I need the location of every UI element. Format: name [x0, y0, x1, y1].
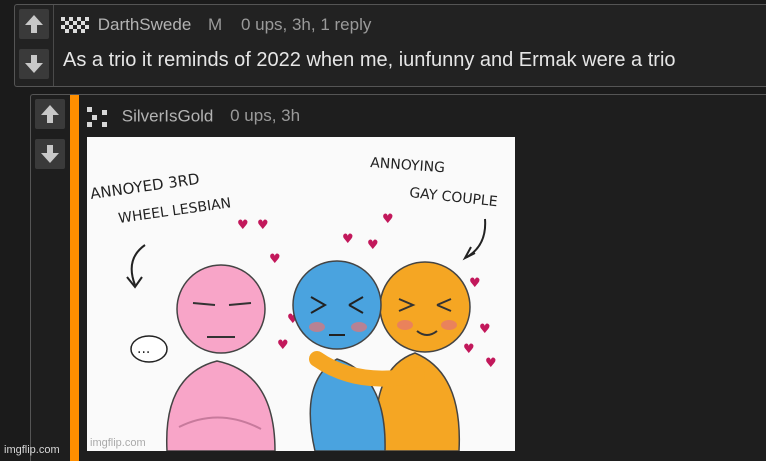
svg-text:♥: ♥ — [367, 238, 379, 253]
username-link[interactable]: SilverIsGold — [122, 106, 214, 125]
arrow-down-icon — [25, 55, 43, 73]
meme-watermark: imgflip.com — [90, 437, 146, 449]
arrow-up-icon — [25, 15, 43, 33]
avatar[interactable] — [61, 16, 89, 35]
meme-image[interactable]: ANNOYED 3RD WHEEL LESBIAN ANNOYING GAY C… — [87, 137, 515, 451]
comment-text: As a trio it reminds of 2022 when me, iu… — [63, 49, 676, 71]
username-link[interactable]: DarthSwede — [98, 15, 192, 34]
svg-text:♥: ♥ — [485, 356, 497, 371]
mod-badge: M — [208, 15, 223, 34]
comment-meta: SilverIsGold 0 ups, 3h — [85, 105, 300, 129]
arrow-up-icon — [41, 105, 59, 123]
arrow-down-icon — [41, 145, 59, 163]
svg-text:♥: ♥ — [342, 232, 354, 247]
speech-bubble-text: ... — [137, 341, 150, 357]
svg-text:♥: ♥ — [277, 338, 289, 353]
meme-illustration: ANNOYED 3RD WHEEL LESBIAN ANNOYING GAY C… — [87, 137, 515, 451]
vote-column — [31, 95, 69, 177]
svg-text:♥: ♥ — [257, 218, 269, 233]
comment-stats: 0 ups, 3h — [230, 106, 301, 126]
comment-stats: 0 ups, 3h, 1 reply — [240, 15, 372, 34]
comment-silverisgold: SilverIsGold 0 ups, 3h ANNOYED 3RD WHEEL… — [30, 94, 766, 461]
svg-text:♥: ♥ — [479, 322, 491, 337]
svg-text:♥: ♥ — [469, 276, 481, 291]
svg-text:♥: ♥ — [382, 212, 394, 227]
downvote-button[interactable] — [19, 49, 49, 79]
upvote-button[interactable] — [35, 99, 65, 129]
svg-text:♥: ♥ — [237, 218, 249, 233]
vote-column — [15, 5, 54, 86]
upvote-button[interactable] — [19, 9, 49, 39]
downvote-button[interactable] — [35, 139, 65, 169]
reply-thread-bar — [70, 95, 79, 461]
imgflip-watermark: imgflip.com — [4, 444, 60, 456]
avatar[interactable] — [85, 105, 109, 129]
svg-text:♥: ♥ — [269, 252, 281, 267]
comment-meta: DarthSwede M 0 ups, 3h, 1 reply — [61, 15, 371, 35]
svg-text:♥: ♥ — [463, 342, 475, 357]
comment-darthswede: DarthSwede M 0 ups, 3h, 1 reply As a tri… — [14, 4, 766, 87]
